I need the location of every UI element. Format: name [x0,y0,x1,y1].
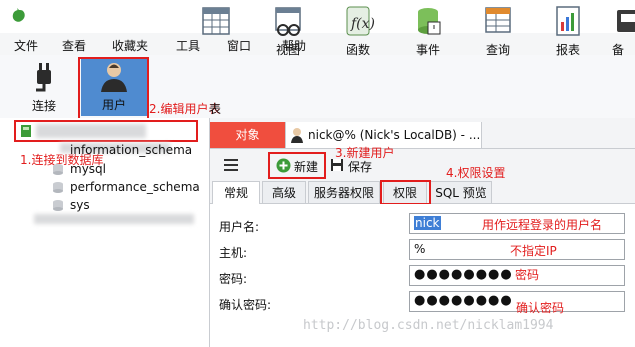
password-value: ●●●●●●●● [414,267,513,282]
tab-objects[interactable]: 对象 [210,122,285,148]
database-icon [53,182,63,193]
menu-file[interactable]: 文件 [14,37,38,54]
confirm-password-value: ●●●●●●●● [414,293,513,308]
tab-divider [210,148,635,149]
tab-advanced[interactable]: 高级 [262,181,306,203]
tab-server-privileges[interactable]: 服务器权限 [308,181,380,203]
db-item-information-schema[interactable]: information_schema [0,141,208,159]
highlight-connection [14,120,198,142]
plug-icon [36,63,51,92]
event-label: 事件 [415,43,440,57]
function-label: 函数 [345,43,370,57]
db-name: sys [70,198,90,212]
query-label: 查询 [485,43,510,57]
annotation-password: 密码 [515,268,540,282]
host-value: % [414,242,426,256]
backup-icon [617,10,635,32]
annotation-permissions: 4.权限设置 [446,166,506,180]
report-icon [556,6,580,36]
annotation-username: 用作远程登录的用户名 [482,218,603,232]
highlight-new-button [268,152,326,179]
redacted-row [34,214,194,224]
username-value: nick [414,216,441,230]
navicat-logo-icon [12,8,25,22]
highlight-privileges-tab [380,180,431,205]
menu-favorites[interactable]: 收藏夹 [112,37,148,54]
db-name: information_schema [70,143,193,157]
save-icon [331,159,343,171]
database-icon [53,164,63,175]
report-button[interactable]: 报表 [542,4,594,58]
watermark: http://blog.csdn.net/nicklam1994 [303,318,554,333]
menu-bar: 文件 查看 收藏夹 工具 窗口 帮助 [0,33,635,55]
save-button[interactable]: 保存 [328,155,376,177]
highlight-user-button [78,57,149,120]
host-label: 主机: [219,246,248,260]
table-button[interactable]: 表 [190,4,242,58]
query-button[interactable]: 查询 [472,4,524,58]
user-avatar-icon [291,128,303,143]
tab-general[interactable]: 常规 [212,181,260,204]
view-button[interactable]: 视图 [262,4,314,58]
save-label: 保存 [348,160,373,174]
svg-text:f(x): f(x) [350,16,375,32]
menu-view[interactable]: 查看 [62,37,86,54]
event-icon [418,8,441,35]
view-label: 视图 [275,43,300,57]
username-label: 用户名: [219,220,260,234]
connect-label: 连接 [31,99,56,113]
event-button[interactable]: 事件 [402,4,454,58]
tab-user-editor-title: nick@% (Nick's LocalDB) - ... [308,128,481,142]
menu-hamburger-icon[interactable] [224,159,238,171]
db-item-performance-schema[interactable]: performance_schema [0,178,208,196]
password-label: 密码: [219,272,248,286]
function-icon: f(x) [346,6,375,36]
table-label-visible: 表 [209,102,222,116]
annotation-host: 不指定IP [510,244,557,258]
db-item-sys[interactable]: sys [0,196,208,214]
title-bar [0,0,635,33]
backup-button[interactable]: 备 [612,4,635,58]
db-name: mysql [70,162,106,176]
connect-button[interactable]: 连接 [18,60,70,114]
db-name: performance_schema [70,180,200,194]
report-label: 报表 [555,43,580,57]
backup-label: 备 [612,43,625,57]
database-icon [53,200,63,211]
db-item-mysql[interactable]: mysql [0,160,208,178]
function-button[interactable]: f(x) 函数 [332,4,384,58]
view-icon [275,7,301,36]
tab-sql-preview[interactable]: SQL 预览 [430,181,492,203]
table-icon [202,7,230,35]
confirm-password-label: 确认密码: [219,298,272,312]
query-icon [485,7,511,33]
annotation-confirm-password: 确认密码 [516,301,565,315]
